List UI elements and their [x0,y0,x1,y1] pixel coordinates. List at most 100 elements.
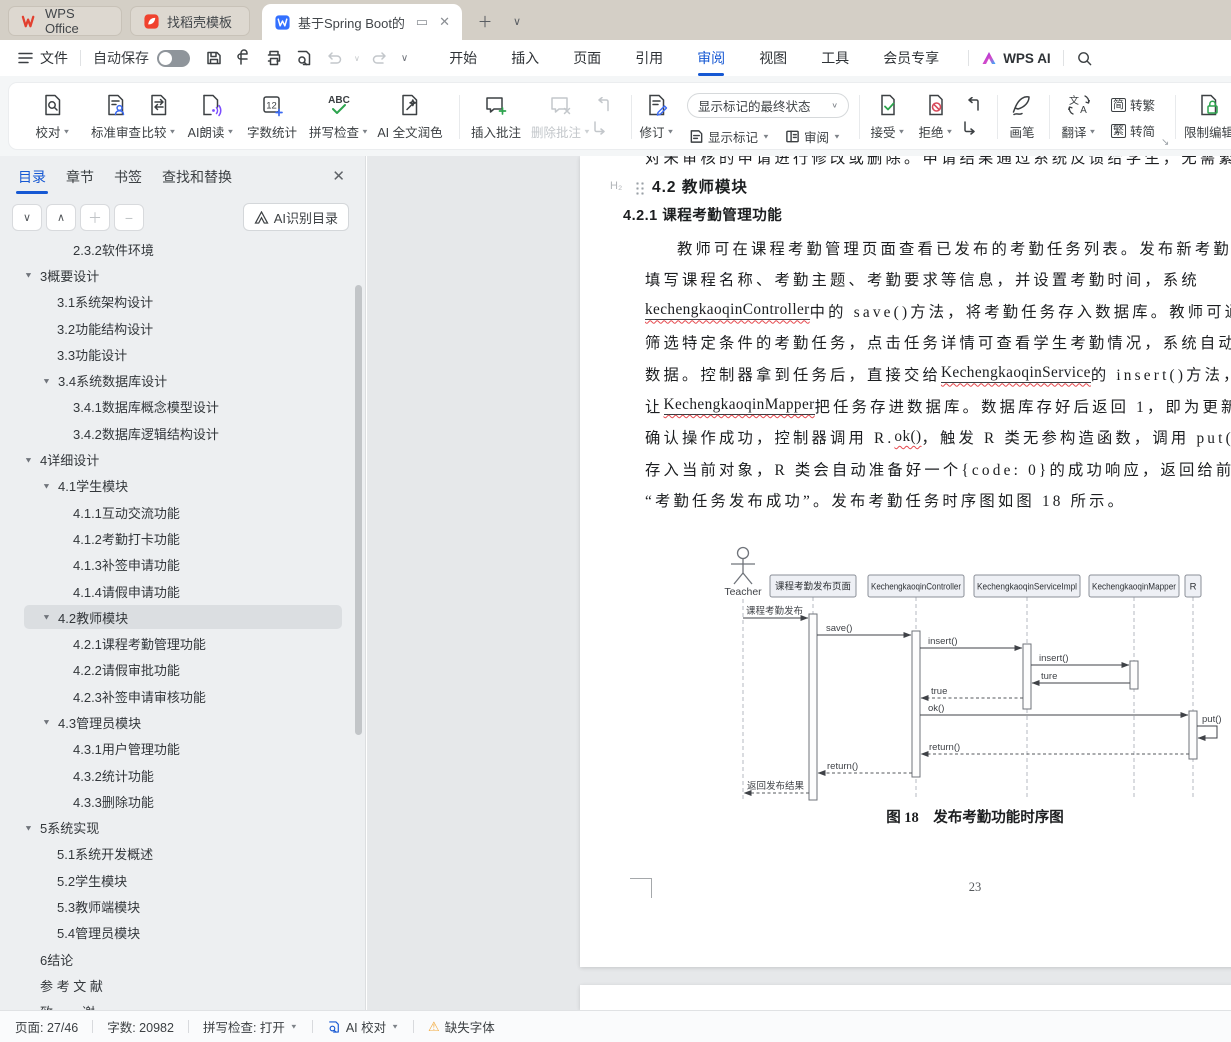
save-button[interactable] [204,49,223,68]
delete-comment-button[interactable]: 删除批注 ▼ [525,88,597,145]
autosave-toggle[interactable] [157,49,190,67]
toc-item[interactable]: 4.3.2统计功能 [0,762,352,788]
print-preview-button[interactable] [294,49,313,68]
redo-button[interactable] [371,49,390,68]
word-count-button[interactable]: 12 字数统计 [239,88,305,145]
ribbon-tab-2[interactable]: 页面 [556,41,618,75]
missing-font-warning[interactable]: ⚠ 缺失字体 [428,1017,495,1036]
toc-item[interactable]: ▼ 4.3管理员模块 [0,709,352,735]
ai-proofread-status[interactable]: AI 校对 ▼ [327,1017,399,1036]
insert-comment-button[interactable]: 插入批注 [465,88,527,145]
toc-item[interactable]: ▼ 3.4系统数据库设计 [0,367,352,393]
ribbon-tab-0[interactable]: 开始 [432,41,494,75]
sidebar-tab-contents[interactable]: 目录 [16,158,48,196]
toc-expand-arrow[interactable]: ▼ [24,455,33,464]
toc-item[interactable]: 3.3功能设计 [0,341,352,367]
show-markup-button[interactable]: 显示标记 ▼ [689,127,770,146]
next-revision-icon[interactable] [963,121,980,136]
document-text-line[interactable]: 教师可在课程考勤管理页面查看已发布的考勤任务列表。发布新考勤任务时 [645,232,1231,264]
toc-item[interactable]: 参 考 文 献 [0,972,352,998]
customize-toolbar-caret[interactable]: ∨ [401,53,408,64]
tab-list-button[interactable]: ∨ [506,10,528,32]
toc-item[interactable]: 2.3.2软件环境 [0,236,352,262]
sidebar-tab-find-replace[interactable]: 查找和替换 [160,158,234,196]
toc-item[interactable]: 3.4.1数据库概念模型设计 [0,394,352,420]
markup-state-dropdown[interactable]: 显示标记的最终状态 ∨ [687,93,849,118]
sidebar-tab-chapters[interactable]: 章节 [64,158,96,196]
toc-item[interactable]: 3.2功能结构设计 [0,315,352,341]
toc-item[interactable]: 5.2学生模块 [0,867,352,893]
toc-next-heading-button[interactable]: ∨ [12,204,42,231]
search-icon[interactable] [1076,50,1093,67]
reject-revision-button[interactable]: 拒绝 ▼ [911,88,961,145]
compare-button[interactable]: 比较 ▼ [133,88,185,145]
sidebar-scrollbar[interactable] [355,236,362,1010]
toc-item[interactable]: 4.1.2考勤打卡功能 [0,525,352,551]
toc-item[interactable]: 6结论 [0,946,352,972]
ribbon-tab-7[interactable]: 会员专享 [866,41,956,75]
spellcheck-status[interactable]: 拼写检查: 打开 ▼ [203,1017,298,1036]
subsection-heading[interactable]: 4.2.1 课程考勤管理功能 [623,204,782,225]
document-text-line[interactable]: 对未审核的申请进行修改或删除。申请结果通过系统反馈给学生，无需繁琐流程 [645,156,1231,168]
toc-item[interactable]: ▼ 4.2教师模块 [0,604,352,630]
document-page[interactable]: 对未审核的申请进行修改或删除。申请结果通过系统反馈给学生，无需繁琐流程 H₂ 4… [580,156,1231,967]
export-pdf-button[interactable] [234,49,253,68]
file-menu[interactable]: 文件 [18,48,68,68]
ai-read-aloud-button[interactable]: AI朗读 ▼ [179,88,243,145]
toc-item[interactable]: 4.1.1互动交流功能 [0,499,352,525]
next-comment-icon[interactable] [593,121,610,136]
new-tab-button[interactable]: ＋ [474,10,496,32]
next-page-edge[interactable] [580,985,1231,1010]
toc-expand-arrow[interactable]: ▼ [42,613,51,622]
toc-prev-heading-button[interactable]: ∧ [46,204,76,231]
toc-item[interactable]: 4.1.4请假申请功能 [0,578,352,604]
toc-expand-arrow[interactable]: ▼ [42,718,51,727]
section-heading[interactable]: 4.2 教师模块 [652,175,748,197]
ribbon-tab-3[interactable]: 引用 [618,41,680,75]
document-text-line[interactable]: 确认操作成功，控制器调用 R. ok() ，触发 R 类无参构造函数，调用 put(… [645,421,1231,453]
sidebar-scrollbar-thumb[interactable] [355,285,362,735]
document-text-line[interactable]: 数据。控制器拿到任务后，直接交给 KechengkaoqinService 的 … [645,358,1231,390]
print-button[interactable] [264,49,283,68]
toc-collapse-all-button[interactable]: − [114,204,144,231]
document-text-line[interactable]: “考勤任务发布成功”。发布考勤任务时序图如图 18 所示。 [645,484,1231,516]
translate-button[interactable]: 文 A 翻译 ▼ [1053,88,1105,145]
review-pane-button[interactable]: 审阅 ▼ [785,127,841,146]
document-text-line[interactable]: 存入当前对象，R 类会自动准备好一个{code: 0}的成功响应，返回给前端界面… [645,453,1231,485]
toc-item[interactable]: 5.3教师端模块 [0,893,352,919]
toc-expand-all-button[interactable]: ＋ [80,204,110,231]
traditional-to-simplified-button[interactable]: 繁 转简 [1111,121,1155,140]
tab-wps-office[interactable]: WPS Office [8,6,122,36]
toc-item[interactable]: 4.1.3补签申请功能 [0,552,352,578]
toc-item[interactable]: 3.4.2数据库逻辑结构设计 [0,420,352,446]
undo-button[interactable] [324,49,343,68]
ai-recognize-toc-button[interactable]: AI识别目录 [242,203,349,231]
document-text-line[interactable]: kechengkaoqinController 中的 save()方法，将考勤任… [645,295,1231,327]
restrict-editing-button[interactable]: 限制编辑 [1179,88,1231,145]
prev-comment-icon[interactable] [593,97,610,112]
tab-close-icon[interactable]: ✕ [439,14,450,30]
toc-item[interactable]: ▼ 4详细设计 [0,446,352,472]
toc-item[interactable]: 4.2.3补签申请审核功能 [0,683,352,709]
toc-expand-arrow[interactable]: ▼ [42,376,51,385]
sidebar-tab-bookmarks[interactable]: 书签 [112,158,144,196]
page-indicator[interactable]: 页面: 27/46 [15,1017,78,1036]
sidebar-close-icon[interactable]: ✕ [332,167,345,185]
undo-caret[interactable]: ∨ [354,54,360,63]
ribbon-tab-1[interactable]: 插入 [494,41,556,75]
toc-item[interactable]: 4.3.1用户管理功能 [0,736,352,762]
tab-comment-icon[interactable]: ▭ [416,14,428,30]
proofread-button[interactable]: 校对 ▼ [25,88,81,145]
toc-item[interactable]: 3.1系统架构设计 [0,289,352,315]
group-expand-arrow[interactable]: ↘ [1161,137,1169,148]
toc-item[interactable]: 5.4管理员模块 [0,920,352,946]
ribbon-tab-6[interactable]: 工具 [804,41,866,75]
toc-expand-arrow[interactable]: ▼ [24,271,33,280]
ai-polish-button[interactable]: AI 全文润色 [367,88,453,145]
toc-expand-arrow[interactable]: ▼ [24,823,33,832]
spell-check-button[interactable]: ABC 拼写检查 ▼ [303,88,375,145]
ink-pen-button[interactable]: 画笔 [999,88,1045,145]
toc-item[interactable]: 致 谢 [0,999,352,1010]
tab-docer-templates[interactable]: 找稻壳模板 [130,6,250,36]
toc-item[interactable]: 4.2.2请假审批功能 [0,657,352,683]
